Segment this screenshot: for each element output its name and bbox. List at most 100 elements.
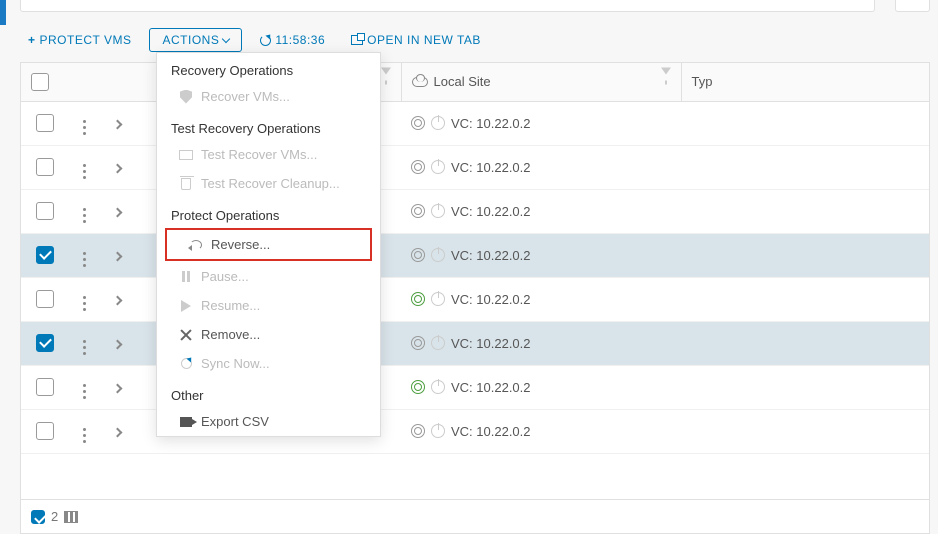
row-checkbox[interactable]: [36, 290, 54, 308]
header-site[interactable]: Local Site: [401, 63, 681, 101]
row-expand-button[interactable]: [99, 321, 135, 365]
menu-recover-label: Recover VMs...: [201, 89, 290, 104]
row-checkbox[interactable]: [36, 334, 54, 352]
menu-resume[interactable]: Resume...: [157, 291, 380, 320]
menu-export-label: Export CSV: [201, 414, 269, 429]
menu-recover-vms[interactable]: Recover VMs...: [157, 82, 380, 111]
target-icon: [411, 116, 425, 130]
screen-icon: [179, 150, 193, 160]
chevron-right-icon: [112, 295, 122, 305]
menu-test-recover-label: Test Recover VMs...: [201, 147, 317, 162]
row-menu-button[interactable]: [69, 101, 99, 145]
row-expand-button[interactable]: [99, 189, 135, 233]
row-expand-button[interactable]: [99, 277, 135, 321]
open-new-tab-button[interactable]: OPEN IN NEW TAB: [343, 29, 489, 51]
menu-section-other: Other: [157, 378, 380, 407]
row-expand-button[interactable]: [99, 409, 135, 453]
row-site-cell: VC: 10.22.0.2: [411, 116, 671, 131]
menu-reverse[interactable]: Reverse...: [165, 228, 372, 261]
row-checkbox[interactable]: [36, 246, 54, 264]
row-site-text: VC: 10.22.0.2: [451, 336, 531, 351]
protect-vms-button[interactable]: + PROTECT VMS: [20, 29, 139, 51]
row-site-cell: VC: 10.22.0.2: [411, 160, 671, 175]
row-site-text: VC: 10.22.0.2: [451, 380, 531, 395]
refresh-button[interactable]: 11:58:36: [252, 29, 333, 51]
select-all-checkbox[interactable]: [31, 73, 49, 91]
chevron-right-icon: [112, 207, 122, 217]
selection-count: 2: [51, 509, 58, 524]
kebab-icon: [83, 252, 86, 267]
row-type-cell: [681, 365, 929, 409]
menu-section-recovery: Recovery Operations: [157, 53, 380, 82]
row-site-text: VC: 10.22.0.2: [451, 248, 531, 263]
filter-icon[interactable]: [661, 74, 671, 89]
power-icon: [431, 160, 445, 174]
menu-test-cleanup[interactable]: Test Recover Cleanup...: [157, 169, 380, 198]
menu-pause-label: Pause...: [201, 269, 249, 284]
prev-panel-edge-right: [895, 0, 930, 12]
plus-icon: +: [28, 33, 36, 47]
row-type-cell: [681, 321, 929, 365]
column-picker-button[interactable]: [64, 511, 78, 523]
refresh-icon: [260, 35, 271, 46]
kebab-icon: [83, 384, 86, 399]
menu-export-csv[interactable]: Export CSV: [157, 407, 380, 436]
target-icon: [411, 292, 425, 306]
menu-pause[interactable]: Pause...: [157, 262, 380, 291]
header-actions-col: [69, 63, 99, 101]
power-icon: [431, 380, 445, 394]
target-icon: [411, 248, 425, 262]
row-menu-button[interactable]: [69, 321, 99, 365]
target-icon: [411, 336, 425, 350]
header-site-label: Local Site: [434, 74, 491, 89]
row-site-text: VC: 10.22.0.2: [451, 292, 531, 307]
row-checkbox[interactable]: [36, 378, 54, 396]
kebab-icon: [83, 208, 86, 223]
menu-section-test: Test Recovery Operations: [157, 111, 380, 140]
filter-icon[interactable]: [381, 74, 391, 89]
header-select-all[interactable]: [21, 63, 69, 101]
sync-icon: [181, 358, 192, 369]
undo-icon: [190, 240, 202, 250]
remove-icon: [180, 329, 192, 341]
row-expand-button[interactable]: [99, 101, 135, 145]
refresh-time: 11:58:36: [275, 33, 325, 47]
power-icon: [431, 248, 445, 262]
menu-remove[interactable]: Remove...: [157, 320, 380, 349]
row-expand-button[interactable]: [99, 365, 135, 409]
header-type-label: Typ: [692, 74, 713, 89]
row-menu-button[interactable]: [69, 409, 99, 453]
header-type[interactable]: Typ: [681, 63, 929, 101]
row-menu-button[interactable]: [69, 277, 99, 321]
selection-indicator-icon: [31, 510, 45, 524]
kebab-icon: [83, 120, 86, 135]
row-checkbox[interactable]: [36, 158, 54, 176]
row-menu-button[interactable]: [69, 189, 99, 233]
row-checkbox[interactable]: [36, 114, 54, 132]
cloud-icon: [412, 77, 428, 87]
target-icon: [411, 380, 425, 394]
row-site-text: VC: 10.22.0.2: [451, 424, 531, 439]
left-accent: [0, 0, 6, 25]
row-checkbox[interactable]: [36, 202, 54, 220]
chevron-right-icon: [112, 383, 122, 393]
row-site-cell: VC: 10.22.0.2: [411, 424, 671, 439]
actions-button[interactable]: ACTIONS: [149, 28, 242, 52]
row-type-cell: [681, 101, 929, 145]
menu-sync[interactable]: Sync Now...: [157, 349, 380, 378]
row-menu-button[interactable]: [69, 233, 99, 277]
row-expand-button[interactable]: [99, 145, 135, 189]
menu-test-recover[interactable]: Test Recover VMs...: [157, 140, 380, 169]
chevron-down-icon: [222, 35, 230, 43]
new-tab-icon: [351, 35, 363, 45]
row-site-cell: VC: 10.22.0.2: [411, 336, 671, 351]
row-menu-button[interactable]: [69, 365, 99, 409]
row-checkbox[interactable]: [36, 422, 54, 440]
power-icon: [431, 424, 445, 438]
pause-icon: [182, 271, 190, 282]
row-type-cell: [681, 189, 929, 233]
chevron-right-icon: [112, 339, 122, 349]
row-menu-button[interactable]: [69, 145, 99, 189]
kebab-icon: [83, 340, 86, 355]
row-expand-button[interactable]: [99, 233, 135, 277]
